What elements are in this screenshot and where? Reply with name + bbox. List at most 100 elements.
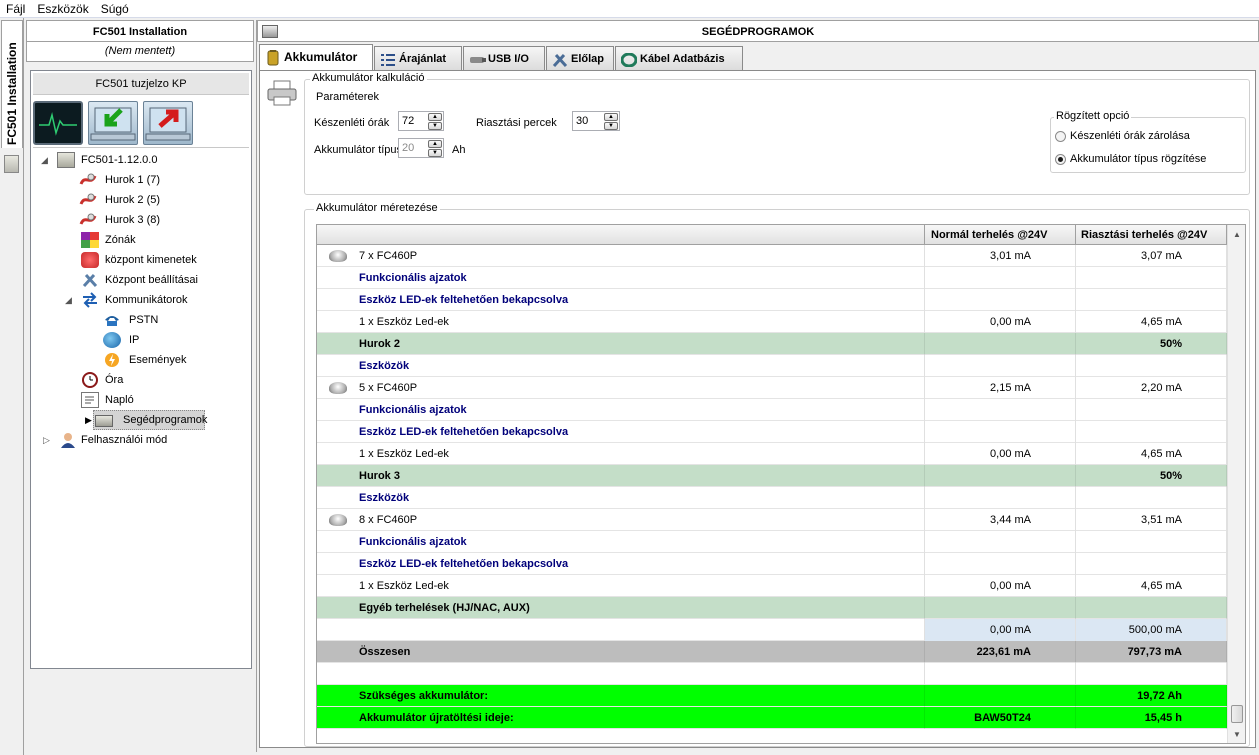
tree-node-loop-2[interactable]: Hurok 2 (5) bbox=[33, 190, 249, 210]
spin-down-icon[interactable]: ▼ bbox=[428, 149, 442, 157]
cell-normal: BAW50T24 bbox=[925, 707, 1076, 729]
cell-alarm: 15,45 h bbox=[1076, 707, 1227, 729]
tree-node-utilities[interactable]: ▶ Segédprogramok bbox=[33, 410, 249, 430]
loop-icon bbox=[79, 192, 97, 208]
table-row[interactable]: Akkumulátor újratöltési ideje: BAW50T24 15… bbox=[317, 707, 1227, 729]
menu-help[interactable]: Súgó bbox=[95, 0, 135, 17]
table-row[interactable]: Eszközök bbox=[317, 355, 1227, 377]
spin-down-icon[interactable]: ▼ bbox=[428, 122, 442, 130]
cell-alarm bbox=[1076, 267, 1227, 289]
expand-icon[interactable]: ▷ bbox=[43, 430, 50, 450]
table-row[interactable]: 0,00 mA 500,00 mA bbox=[317, 619, 1227, 641]
menu-file[interactable]: Fájl bbox=[0, 0, 31, 17]
tree-node-log[interactable]: Napló bbox=[33, 390, 249, 410]
vertical-tab-installation[interactable]: FC501 Installation bbox=[1, 20, 23, 148]
cell-normal bbox=[925, 355, 1076, 377]
cell-item: Egyéb terhelések (HJ/NAC, AUX) bbox=[317, 597, 925, 619]
tree-node-pstn[interactable]: PSTN bbox=[33, 310, 249, 330]
battery-unit: Ah bbox=[452, 144, 466, 156]
expand-icon[interactable]: ▶ bbox=[85, 410, 92, 430]
tree-node-outputs[interactable]: központ kimenetek bbox=[33, 250, 249, 270]
tree-node-zones[interactable]: Zónák bbox=[33, 230, 249, 250]
standby-hours-stepper[interactable]: 72 ▲ ▼ bbox=[398, 111, 444, 131]
battery-type-stepper[interactable]: 20 ▲ ▼ bbox=[398, 138, 444, 158]
tab-battery[interactable]: Akkumulátor bbox=[259, 44, 373, 71]
cell-item: Szükséges akkumulátor: bbox=[317, 685, 925, 707]
table-row[interactable]: Funkcionális ajzatok bbox=[317, 531, 1227, 553]
alarm-minutes-label: Riasztási percek bbox=[476, 117, 557, 129]
radio-fix-battery[interactable] bbox=[1055, 154, 1066, 165]
spin-up-icon[interactable]: ▲ bbox=[604, 113, 618, 121]
list-icon bbox=[380, 52, 396, 66]
tab-quote[interactable]: Árajánlat bbox=[374, 46, 462, 70]
table-row[interactable]: 1 x Eszköz Led-ek 0,00 mA 4,65 mA bbox=[317, 311, 1227, 333]
tab-label: Kábel Adatbázis bbox=[640, 53, 725, 65]
cell-item: Funkcionális ajzatok bbox=[317, 267, 925, 289]
table-row[interactable] bbox=[317, 663, 1227, 685]
table-row[interactable]: Hurok 3 50% bbox=[317, 465, 1227, 487]
menu-tools[interactable]: Eszközök bbox=[31, 0, 94, 17]
radio-lock-standby[interactable] bbox=[1055, 131, 1066, 142]
table-row[interactable]: Szükséges akkumulátor: 19,72 Ah bbox=[317, 685, 1227, 707]
tree-node-ip[interactable]: IP bbox=[33, 330, 249, 350]
table-row[interactable]: Egyéb terhelések (HJ/NAC, AUX) bbox=[317, 597, 1227, 619]
table-row[interactable]: 1 x Eszköz Led-ek 0,00 mA 4,65 mA bbox=[317, 443, 1227, 465]
cell-item: Eszköz LED-ek feltehetően bekapcsolva bbox=[317, 553, 925, 575]
tree-node-panel[interactable]: ◢ FC501-1.12.0.0 bbox=[33, 150, 249, 170]
tree-node-user-mode[interactable]: ▷ Felhasználói mód bbox=[33, 430, 249, 450]
cell-alarm bbox=[1076, 531, 1227, 553]
cell-item bbox=[317, 619, 925, 641]
tree-label: PSTN bbox=[129, 314, 159, 326]
radio-fix-battery-label[interactable]: Akkumulátor típus rögzítése bbox=[1070, 153, 1206, 165]
tree-node-settings[interactable]: Központ beállításai bbox=[33, 270, 249, 290]
cell-item: Összesen bbox=[317, 641, 925, 663]
spin-down-icon[interactable]: ▼ bbox=[604, 122, 618, 130]
collapse-icon[interactable]: ◢ bbox=[41, 150, 48, 170]
table-row[interactable]: Funkcionális ajzatok bbox=[317, 399, 1227, 421]
cell-normal bbox=[925, 421, 1076, 443]
cell-alarm bbox=[1076, 399, 1227, 421]
table-row[interactable]: 1 x Eszköz Led-ek 0,00 mA 4,65 mA bbox=[317, 575, 1227, 597]
radio-lock-standby-label[interactable]: Készenléti órák zárolása bbox=[1070, 130, 1190, 142]
tree-label: Felhasználói mód bbox=[81, 434, 168, 446]
monitor-icon[interactable] bbox=[33, 101, 83, 145]
table-row[interactable]: 7 x FC460P 3,01 mA 3,07 mA bbox=[317, 245, 1227, 267]
table-row[interactable]: Eszköz LED-ek feltehetően bekapcsolva bbox=[317, 553, 1227, 575]
scroll-down-icon[interactable]: ▼ bbox=[1229, 727, 1245, 743]
cell-normal: 223,61 mA bbox=[925, 641, 1076, 663]
table-row[interactable]: Eszköz LED-ek feltehetően bekapcsolva bbox=[317, 289, 1227, 311]
table-scrollbar[interactable]: ▲ ▼ bbox=[1227, 225, 1245, 743]
spin-up-icon[interactable]: ▲ bbox=[428, 140, 442, 148]
cell-alarm: 3,51 mA bbox=[1076, 509, 1227, 531]
table-row[interactable]: 5 x FC460P 2,15 mA 2,20 mA bbox=[317, 377, 1227, 399]
tree-node-communicators[interactable]: ◢ Kommunikátorok bbox=[33, 290, 249, 310]
tree-node-events[interactable]: Események bbox=[33, 350, 249, 370]
cell-alarm bbox=[1076, 487, 1227, 509]
vertical-tab-label: FC501 Installation bbox=[5, 42, 19, 145]
upload-icon[interactable] bbox=[143, 101, 194, 145]
tree-node-loop-3[interactable]: Hurok 3 (8) bbox=[33, 210, 249, 230]
cell-normal: 2,15 mA bbox=[925, 377, 1076, 399]
scroll-up-icon[interactable]: ▲ bbox=[1229, 227, 1245, 243]
printer-icon[interactable] bbox=[266, 79, 298, 107]
tab-front-panel[interactable]: Előlap bbox=[546, 46, 614, 70]
tab-cable-db[interactable]: Kábel Adatbázis bbox=[615, 46, 743, 70]
scroll-thumb[interactable] bbox=[1231, 705, 1243, 723]
table-row[interactable]: 8 x FC460P 3,44 mA 3,51 mA bbox=[317, 509, 1227, 531]
tree-label: Kommunikátorok bbox=[105, 294, 188, 306]
tree-node-loop-1[interactable]: Hurok 1 (7) bbox=[33, 170, 249, 190]
collapse-icon[interactable]: ◢ bbox=[65, 290, 72, 310]
download-icon[interactable] bbox=[88, 101, 139, 145]
table-row[interactable]: Funkcionális ajzatok bbox=[317, 267, 1227, 289]
alarm-minutes-stepper[interactable]: 30 ▲ ▼ bbox=[572, 111, 620, 131]
document-icon[interactable] bbox=[4, 155, 19, 173]
tab-usb[interactable]: USB I/O bbox=[463, 46, 545, 70]
battery-sizing-title: Akkumulátor méretezése bbox=[314, 202, 440, 214]
table-row[interactable]: Eszköz LED-ek feltehetően bekapcsolva bbox=[317, 421, 1227, 443]
battery-icon bbox=[265, 50, 281, 66]
tree-node-clock[interactable]: Óra bbox=[33, 370, 249, 390]
table-row[interactable]: Hurok 2 50% bbox=[317, 333, 1227, 355]
spin-up-icon[interactable]: ▲ bbox=[428, 113, 442, 121]
table-row[interactable]: Eszközök bbox=[317, 487, 1227, 509]
table-row[interactable]: Összesen 223,61 mA 797,73 mA bbox=[317, 641, 1227, 663]
